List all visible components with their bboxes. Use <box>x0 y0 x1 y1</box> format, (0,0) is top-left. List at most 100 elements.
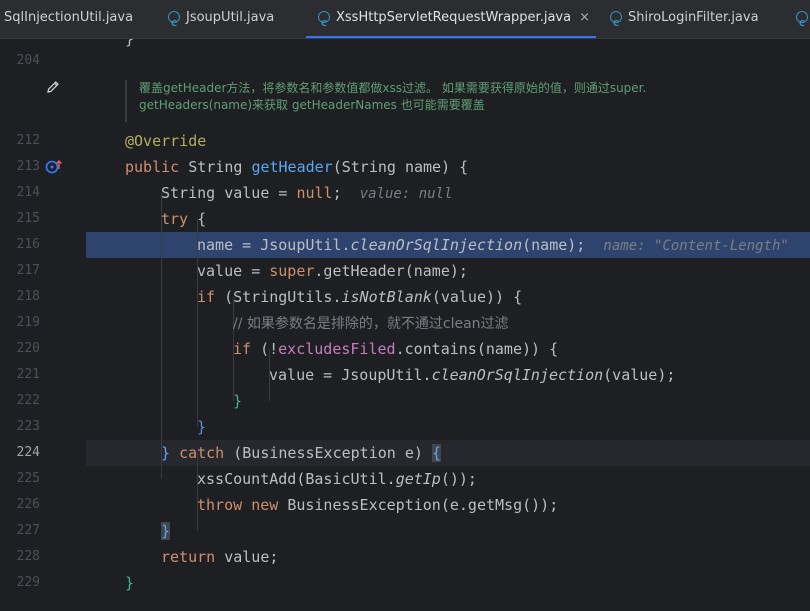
code-line-225: xssCountAdd(BasicUtil.getIp()); <box>86 466 810 492</box>
tab-label: JsoupUtil.java <box>186 10 275 25</box>
code-line-216: name = JsoupUtil.cleanOrSqlInjection(nam… <box>86 232 810 258</box>
code-line-215: try { <box>86 206 810 232</box>
line-number: 229 <box>16 575 40 590</box>
type: String <box>341 158 396 176</box>
code-line-223: } <box>86 414 810 440</box>
line-number: 219 <box>16 315 40 330</box>
keyword: catch <box>179 444 225 462</box>
tab-overflow[interactable] <box>796 0 810 38</box>
line-number: 222 <box>16 393 40 408</box>
static-method: getIp <box>395 470 441 488</box>
annotation: @Override <box>125 132 207 150</box>
type: String <box>161 184 216 202</box>
catch-param: (BusinessException e) <box>233 444 423 462</box>
code-line-220: if (!excludesFiled.contains(name)) { <box>86 336 810 362</box>
line-number: 223 <box>16 419 40 434</box>
dot: . <box>341 236 351 254</box>
variable: name <box>197 236 234 254</box>
line-number: 226 <box>16 497 40 512</box>
java-class-icon <box>796 6 808 38</box>
java-class-icon <box>168 6 180 38</box>
keyword: super <box>269 262 315 280</box>
override-up-icon[interactable] <box>44 158 64 176</box>
line-number: 224 <box>16 445 40 460</box>
brace: } <box>233 392 243 410</box>
code-line-211: } <box>86 39 810 52</box>
static-method: cleanOrSqlInjection <box>350 236 523 254</box>
code-line-221: value = JsoupUtil.cleanOrSqlInjection(va… <box>86 362 810 388</box>
code-line-212: @Override <box>86 128 810 154</box>
brace: { <box>197 210 207 228</box>
code-line-229: } <box>86 570 810 596</box>
keyword: throw <box>197 496 243 514</box>
method-name: getHeader <box>251 158 333 176</box>
code-line-213: public String getHeader(String name) { <box>86 154 810 180</box>
call: .contains(name)) { <box>395 340 559 358</box>
java-class-icon <box>610 6 622 38</box>
matched-brace: { <box>431 444 441 462</box>
static-method: cleanOrSqlInjection <box>431 366 604 384</box>
tab-shirologinfilter[interactable]: ShiroLoginFilter.java <box>610 0 759 38</box>
static-method: isNotBlank <box>341 288 432 306</box>
editor-tab-bar: SqlInjectionUtil.java JsoupUtil.java Xss… <box>0 0 810 39</box>
keyword: if <box>197 288 216 306</box>
line-number: 228 <box>16 549 40 564</box>
keyword: new <box>251 496 279 514</box>
operator: = <box>278 184 288 202</box>
semicolon: ; <box>332 184 342 202</box>
args: (name); <box>522 236 586 254</box>
line-number: 218 <box>16 289 40 304</box>
brace: { <box>459 158 469 176</box>
brace: } <box>161 444 171 462</box>
line-comment: // 如果参数名是排除的，就不通过clean过滤 <box>233 316 509 332</box>
call: (StringUtils. <box>224 288 342 306</box>
java-class-icon <box>318 6 330 38</box>
line-number-gutter: 204 212 213 214 215 216 217 218 219 220 … <box>0 39 86 611</box>
tab-label: SqlInjectionUtil.java <box>4 10 134 25</box>
variable: value <box>197 262 243 280</box>
code-editor[interactable]: 204 212 213 214 215 216 217 218 219 220 … <box>0 39 810 611</box>
call: (value)) { <box>431 288 523 306</box>
operator: = <box>251 262 261 280</box>
call: (! <box>260 340 279 358</box>
line-number: 227 <box>16 523 40 538</box>
variable: value <box>224 184 270 202</box>
keyword: return <box>161 548 216 566</box>
brace: } <box>125 574 135 592</box>
line-number: 215 <box>16 211 40 226</box>
inline-value-hint: value: null <box>359 186 453 202</box>
tab-sqlinjectionutil[interactable]: SqlInjectionUtil.java <box>4 0 133 38</box>
call: BusinessException(e.getMsg()); <box>287 496 559 514</box>
code-line-217: value = super.getHeader(name); <box>86 258 810 284</box>
code-line-222: } <box>86 388 810 414</box>
code-line-218: if (StringUtils.isNotBlank(value)) { <box>86 284 810 310</box>
keyword: try <box>161 210 189 228</box>
paren: ) <box>441 158 451 176</box>
javadoc-line-1: 覆盖getHeader方法，将参数名和参数值都做xss过滤。 如果需要获得原始的… <box>139 81 647 95</box>
line-number: 225 <box>16 471 40 486</box>
return-value: value; <box>224 548 279 566</box>
pencil-icon[interactable] <box>45 79 61 95</box>
line-number: 217 <box>16 263 40 278</box>
tab-label: ShiroLoginFilter.java <box>628 10 759 25</box>
type: String <box>188 158 243 176</box>
line-number: 204 <box>16 53 40 68</box>
rendered-javadoc[interactable]: 覆盖getHeader方法，将参数名和参数值都做xss过滤。 如果需要获得原始的… <box>125 80 805 122</box>
close-tab-icon[interactable]: × <box>579 10 590 25</box>
code-line-228: return value; <box>86 544 810 570</box>
line-number: 216 <box>16 237 40 252</box>
class-name: JsoupUtil <box>260 236 342 254</box>
line-number: 220 <box>16 341 40 356</box>
tab-xsshttpservletrequestwrapper[interactable]: XssHttpServletRequestWrapper.java × <box>306 0 596 38</box>
call: value = JsoupUtil. <box>269 366 432 384</box>
call: ()); <box>440 470 477 488</box>
tab-jsouputil[interactable]: JsoupUtil.java <box>168 0 274 38</box>
javadoc-line-2: getHeaders(name)来获取 getHeaderNames 也可能需要… <box>139 98 485 112</box>
call: (value); <box>603 366 676 384</box>
line-number: 214 <box>16 185 40 200</box>
keyword: if <box>233 340 252 358</box>
inline-value-hint: name: "Content-Length" <box>603 238 789 254</box>
call: .getHeader(name); <box>314 262 468 280</box>
line-number: 213 <box>16 159 40 174</box>
matched-brace: } <box>161 522 171 540</box>
